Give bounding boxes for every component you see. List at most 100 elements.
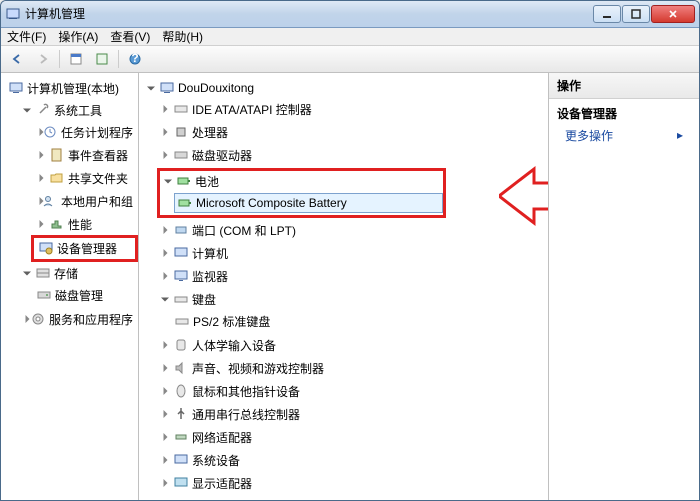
- folder-share-icon: [49, 170, 65, 186]
- label: Microsoft Composite Battery: [196, 196, 347, 210]
- expander-icon[interactable]: [36, 173, 46, 183]
- expander-icon[interactable]: [36, 196, 39, 206]
- svg-text:?: ?: [131, 52, 138, 65]
- expander-icon[interactable]: [22, 105, 32, 115]
- action-more-label: 更多操作: [565, 127, 613, 144]
- expander-icon[interactable]: [160, 340, 170, 350]
- cat-computers[interactable]: 计算机: [157, 243, 546, 264]
- expander-icon[interactable]: [160, 127, 170, 137]
- expander-icon[interactable]: [160, 409, 170, 419]
- label: 本地用户和组: [61, 193, 133, 210]
- cpu-icon: [173, 124, 189, 140]
- expander-icon[interactable]: [160, 225, 170, 235]
- expander-icon[interactable]: [160, 150, 170, 160]
- help-button[interactable]: ?: [123, 48, 147, 70]
- usb-icon: [173, 406, 189, 422]
- cat-battery[interactable]: 电池: [160, 171, 443, 192]
- menu-view[interactable]: 查看(V): [110, 28, 150, 45]
- tree-storage[interactable]: 存储: [19, 263, 136, 284]
- expander-icon[interactable]: [36, 219, 46, 229]
- separator: [59, 50, 60, 68]
- label: 人体学输入设备: [192, 337, 276, 354]
- clock-icon: [42, 124, 58, 140]
- port-icon: [173, 222, 189, 238]
- expander-icon[interactable]: [160, 248, 170, 258]
- expander-icon[interactable]: [36, 127, 39, 137]
- users-icon: [42, 193, 58, 209]
- forward-button[interactable]: [31, 48, 55, 70]
- tree-local-users[interactable]: 本地用户和组: [33, 191, 136, 212]
- battery-icon: [176, 173, 192, 189]
- label: 鼠标和其他指针设备: [192, 383, 300, 400]
- cat-sound[interactable]: 声音、视频和游戏控制器: [157, 358, 546, 379]
- properties-button[interactable]: [64, 48, 88, 70]
- tree-root[interactable]: 计算机管理(本地): [5, 78, 136, 99]
- tree-disk-mgmt[interactable]: 磁盘管理: [33, 285, 136, 306]
- cat-network[interactable]: 网络适配器: [157, 427, 546, 448]
- cat-keyboards[interactable]: 键盘: [157, 289, 546, 310]
- expander-icon[interactable]: [160, 363, 170, 373]
- label: 共享文件夹: [68, 170, 128, 187]
- content-area: 计算机管理(本地) 系统工具 任务计划程序 事件查看器: [1, 73, 699, 500]
- menu-file[interactable]: 文件(F): [7, 28, 46, 45]
- expander-icon[interactable]: [146, 83, 156, 93]
- label: 端口 (COM 和 LPT): [192, 222, 296, 239]
- label: DouDouxitong: [178, 81, 254, 95]
- expander-icon[interactable]: [160, 271, 170, 281]
- label: 系统工具: [54, 102, 102, 119]
- titlebar: 计算机管理: [1, 1, 699, 28]
- expander-icon[interactable]: [36, 150, 46, 160]
- tree-services[interactable]: 服务和应用程序: [19, 309, 136, 330]
- label: 显示适配器: [192, 475, 252, 492]
- cat-ide[interactable]: IDE ATA/ATAPI 控制器: [157, 99, 546, 120]
- window-title: 计算机管理: [25, 5, 593, 22]
- expander-icon[interactable]: [160, 478, 170, 488]
- tree-performance[interactable]: 性能: [33, 214, 136, 235]
- refresh-button[interactable]: [90, 48, 114, 70]
- disk-icon: [173, 147, 189, 163]
- expander-icon[interactable]: [160, 432, 170, 442]
- label: 系统设备: [192, 452, 240, 469]
- cat-hid[interactable]: 人体学输入设备: [157, 335, 546, 356]
- tree-event-viewer[interactable]: 事件查看器: [33, 145, 136, 166]
- label: 键盘: [192, 291, 216, 308]
- menu-action[interactable]: 操作(A): [58, 28, 98, 45]
- back-button[interactable]: [5, 48, 29, 70]
- cat-system-devices[interactable]: 系统设备: [157, 450, 546, 471]
- expander-icon[interactable]: [163, 176, 173, 186]
- cat-cpu[interactable]: 处理器: [157, 122, 546, 143]
- tree-shared-folders[interactable]: 共享文件夹: [33, 168, 136, 189]
- services-icon: [30, 311, 46, 327]
- cat-mice[interactable]: 鼠标和其他指针设备: [157, 381, 546, 402]
- device-ps2-keyboard[interactable]: PS/2 标准键盘: [171, 311, 546, 332]
- expander-icon[interactable]: [160, 294, 170, 304]
- monitor-icon: [173, 268, 189, 284]
- cat-disk[interactable]: 磁盘驱动器: [157, 145, 546, 166]
- label: 事件查看器: [68, 147, 128, 164]
- cat-ports[interactable]: 端口 (COM 和 LPT): [157, 220, 546, 241]
- close-button[interactable]: [651, 5, 695, 23]
- tree-device-manager[interactable]: 设备管理器: [33, 237, 136, 260]
- device-battery-composite[interactable]: Microsoft Composite Battery: [174, 193, 443, 213]
- menu-help[interactable]: 帮助(H): [162, 28, 203, 45]
- expander-icon[interactable]: [160, 455, 170, 465]
- tree-task-scheduler[interactable]: 任务计划程序: [33, 122, 136, 143]
- expander-icon[interactable]: [22, 314, 27, 324]
- computer-icon: [159, 80, 175, 96]
- expander-icon[interactable]: [160, 386, 170, 396]
- minimize-button[interactable]: [593, 5, 621, 23]
- result-pane: DouDouxitong IDE ATA/ATAPI 控制器 处理器 磁盘驱动器: [139, 73, 549, 500]
- device-root[interactable]: DouDouxitong: [143, 78, 546, 98]
- cat-monitors[interactable]: 监视器: [157, 266, 546, 287]
- ide-icon: [173, 101, 189, 117]
- cat-usb[interactable]: 通用串行总线控制器: [157, 404, 546, 425]
- expander-icon[interactable]: [22, 268, 32, 278]
- expander-icon[interactable]: [160, 104, 170, 114]
- label: 计算机: [192, 245, 228, 262]
- label: PS/2 标准键盘: [193, 313, 270, 330]
- maximize-button[interactable]: [622, 5, 650, 23]
- cat-display[interactable]: 显示适配器: [157, 473, 546, 494]
- action-more[interactable]: 更多操作 ▸: [557, 124, 691, 147]
- tree-system-tools[interactable]: 系统工具: [19, 100, 136, 121]
- window-buttons: [593, 5, 695, 23]
